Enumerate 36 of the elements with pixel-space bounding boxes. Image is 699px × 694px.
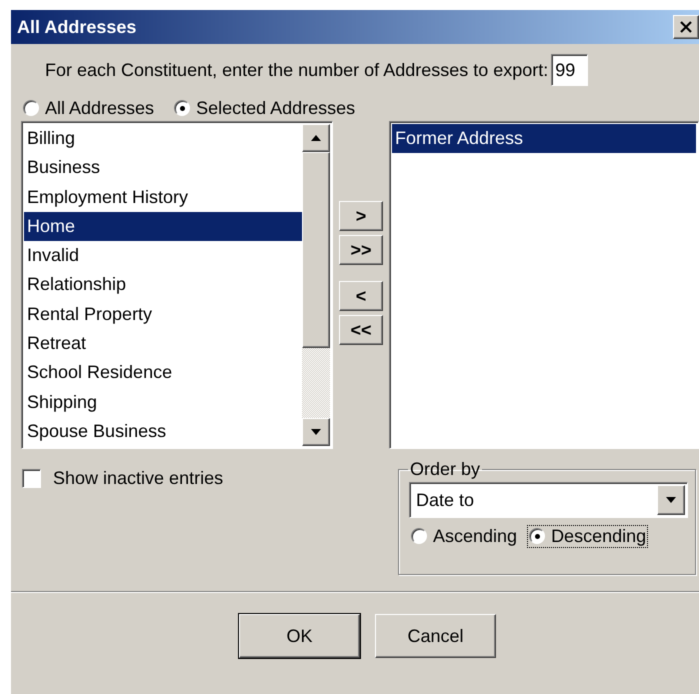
cancel-button[interactable]: Cancel [375, 614, 496, 658]
down-arrow-icon [666, 497, 676, 503]
list-item[interactable]: Invalid [24, 241, 302, 270]
list-item[interactable]: Home [24, 212, 302, 242]
list-item[interactable]: Employment History [24, 182, 302, 212]
scope-radio[interactable]: All Addresses [21, 96, 156, 120]
order-by-dropdown[interactable]: Date to [409, 482, 688, 518]
list-item[interactable]: Business [24, 153, 302, 183]
sort-direction-radio[interactable]: Descending [527, 524, 648, 548]
move-button[interactable]: >> [339, 235, 383, 265]
list-item[interactable]: Former Address [392, 124, 696, 154]
export-count-label: For each Constituent, enter the number of Addresses to export: [45, 60, 548, 80]
up-arrow-icon [311, 135, 321, 141]
ok-button[interactable]: OK [239, 614, 360, 658]
export-count-field[interactable]: 99 [551, 54, 588, 86]
sort-direction-radio[interactable]: Ascending [409, 524, 520, 548]
close-button[interactable] [673, 15, 699, 39]
scroll-up-button[interactable] [302, 124, 330, 152]
move-button[interactable]: > [339, 201, 383, 231]
list-item[interactable]: Billing [24, 124, 302, 154]
list-item[interactable]: School Residence [24, 358, 302, 388]
scroll-bar[interactable] [302, 124, 330, 446]
scroll-down-button[interactable] [302, 418, 330, 446]
move-button[interactable]: < [339, 281, 383, 311]
list-item[interactable]: Relationship [24, 270, 302, 300]
window-title: All Addresses [17, 16, 136, 38]
list-item[interactable]: Retreat [24, 328, 302, 358]
move-button[interactable]: << [339, 315, 383, 345]
scope-radio[interactable]: Selected Addresses [172, 96, 358, 120]
group-title: Order by [410, 459, 480, 479]
down-arrow-icon [311, 429, 321, 435]
list-item[interactable]: Rental Property [24, 300, 302, 329]
close-icon [680, 21, 692, 33]
scroll-thumb[interactable] [302, 152, 330, 348]
list-item[interactable]: Shipping [24, 387, 302, 417]
list-item[interactable]: Spouse Business [24, 416, 302, 446]
